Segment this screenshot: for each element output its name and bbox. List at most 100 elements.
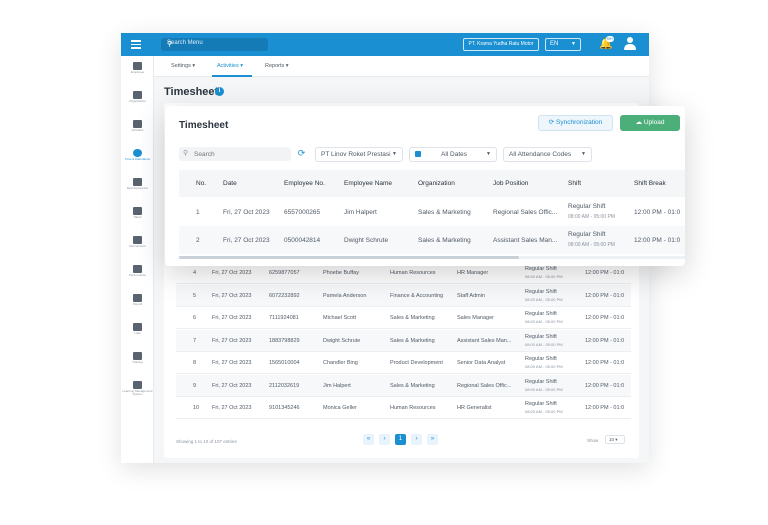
refresh-icon[interactable]: ⟳ xyxy=(296,148,307,159)
cell-shift-time: 08:00 AM - 05:00 PM xyxy=(525,296,563,302)
first-page-button[interactable]: « xyxy=(363,434,374,445)
cell-job-position: Regional Sales Offic... xyxy=(493,209,558,216)
people-icon xyxy=(133,120,142,128)
sidebar-item-recruitment[interactable]: Recruitment xyxy=(121,234,154,260)
upload-button[interactable]: ☁ Upload xyxy=(620,115,680,131)
cell-date: Fri, 27 Oct 2023 xyxy=(212,382,252,389)
sidebar: Employee Organization Activities Time & … xyxy=(121,56,154,463)
cell-organization: Product Development xyxy=(390,360,443,366)
cell-shift: Regular Shift xyxy=(525,266,557,272)
tab-reports[interactable]: Reports ▾ xyxy=(265,63,289,69)
cell-shift-break: 12:00 PM - 01:0 xyxy=(634,209,681,216)
notification-badge: 99+ xyxy=(606,36,614,42)
prev-page-button[interactable]: ‹ xyxy=(379,434,390,445)
last-page-button[interactable]: » xyxy=(427,434,438,445)
sidebar-item-label: Activities xyxy=(131,128,144,132)
horizontal-scrollbar[interactable] xyxy=(179,256,685,259)
upload-label: Upload xyxy=(643,119,665,126)
column-header-no: No. xyxy=(196,180,207,187)
calendar-icon xyxy=(415,151,421,157)
cell-shift: Regular Shift xyxy=(525,356,557,362)
sidebar-item-organization[interactable]: Organization xyxy=(121,89,154,115)
cell-date: Fri, 27 Oct 2023 xyxy=(212,270,252,276)
page-button-current[interactable]: 1 xyxy=(395,434,406,445)
table-row[interactable]: 10 Fri, 27 Oct 2023 9101345246 Monica Gelle… xyxy=(176,397,631,419)
cell-job-position: HR Manager xyxy=(457,270,489,276)
sidebar-item-payroll[interactable]: Payroll xyxy=(121,292,154,318)
sidebar-item-talent[interactable]: Talent xyxy=(121,205,154,231)
cell-employee-no: 7111924081 xyxy=(269,315,299,321)
sidebar-item-activities[interactable]: Activities xyxy=(121,118,154,144)
attendance-code-filter-select[interactable]: All Attendance Codes ▼ xyxy=(503,147,592,162)
user-icon[interactable] xyxy=(624,37,636,51)
cell-shift-break: 12:00 PM - 01:0 xyxy=(634,237,681,244)
tab-activities[interactable]: Activities ▾ xyxy=(217,63,243,69)
cell-no: 1 xyxy=(196,209,200,216)
sidebar-item-reimbursement[interactable]: Reimbursement xyxy=(121,176,154,202)
table-row[interactable]: 5 Fri, 27 Oct 2023 6072232892 Pamela Anders… xyxy=(176,284,631,307)
clock-icon xyxy=(133,149,142,157)
sidebar-item-label: Learning Management System xyxy=(122,389,153,396)
cell-date: Fri, 27 Oct 2023 xyxy=(212,405,252,411)
table-row[interactable]: 1 Fri, 27 Oct 2023 6557000265 Jim Halpert Sa… xyxy=(179,198,685,226)
cell-no: 2 xyxy=(196,237,200,244)
cell-no: 8 xyxy=(193,360,197,366)
sidebar-item-lms[interactable]: Learning Management System xyxy=(121,379,154,405)
organization-icon xyxy=(133,91,142,99)
sidebar-item-performance[interactable]: Performance xyxy=(121,263,154,289)
cell-date: Fri, 27 Oct 2023 xyxy=(212,292,252,299)
top-bar: Search Menu ⚲ PT. Krama Yudha Ratu Motor… xyxy=(121,33,649,56)
table-row[interactable]: 8 Fri, 27 Oct 2023 1565010004 Chandler Bing… xyxy=(176,352,631,374)
column-header-date: Date xyxy=(223,180,237,187)
synchronization-button[interactable]: ⟳ Synchronization xyxy=(538,115,613,131)
table-row[interactable]: 2 Fri, 27 Oct 2023 0500042814 Dwight Schrut… xyxy=(179,226,685,254)
graduation-cap-icon xyxy=(133,381,142,389)
cell-employee-no: 6259877057 xyxy=(269,270,300,276)
table-row[interactable]: 9 Fri, 27 Oct 2023 2112032619 Jim Halpert Sa… xyxy=(176,374,631,397)
language-selector[interactable]: EN ▼ xyxy=(545,38,581,51)
next-page-button[interactable]: › xyxy=(411,434,422,445)
sidebar-item-loan[interactable]: Loan xyxy=(121,321,154,347)
cell-shift-time: 08:00 AM - 05:00 PM xyxy=(525,409,563,414)
chevron-down-icon: ▼ xyxy=(392,151,397,157)
sidebar-item-time-attendance[interactable]: Time & Attendance xyxy=(121,147,154,173)
cell-employee-name: Phoebe Buffay xyxy=(323,270,359,276)
column-header-organization: Organization xyxy=(418,180,455,187)
sidebar-item-label: Loan xyxy=(134,331,141,335)
tab-label: Activities xyxy=(217,63,239,69)
cell-date: Fri, 27 Oct 2023 xyxy=(212,337,252,344)
cell-shift: Regular Shift xyxy=(525,378,557,385)
bar-chart-icon xyxy=(133,265,142,273)
company-filter-select[interactable]: PT Linov Roket Prestasi ▼ xyxy=(315,147,403,162)
cell-shift: Regular Shift xyxy=(525,311,557,317)
tab-settings[interactable]: Settings ▾ xyxy=(171,63,195,69)
column-header-employee-no: Employee No. xyxy=(284,180,325,187)
cell-shift-break: 12:00 PM - 01:0 xyxy=(585,292,625,299)
table-row[interactable]: 6 Fri, 27 Oct 2023 7111924081 Michael Scott… xyxy=(176,307,631,329)
sidebar-item-employee[interactable]: Employee xyxy=(121,60,154,86)
company-selector[interactable]: PT. Krama Yudha Ratu Motor xyxy=(463,38,539,51)
language-value: EN xyxy=(550,41,559,47)
show-label: Show xyxy=(587,438,599,443)
date-filter-value: All Dates xyxy=(441,151,468,158)
cell-job-position: Regional Sales Offic... xyxy=(457,382,512,389)
search-input[interactable] xyxy=(194,149,284,159)
cell-employee-no: 0500042814 xyxy=(284,237,321,244)
table-row[interactable]: 7 Fri, 27 Oct 2023 1883798829 Dwight Schrut… xyxy=(176,329,631,352)
sidebar-item-label: Talent xyxy=(133,215,142,219)
hamburger-menu-icon[interactable] xyxy=(131,40,141,49)
date-filter-select[interactable]: All Dates ▼ xyxy=(409,147,497,162)
scrollbar-thumb[interactable] xyxy=(179,256,519,259)
sidebar-item-label: Time & Attendance xyxy=(124,157,151,161)
cloud-upload-icon: ☁ xyxy=(635,119,643,126)
cell-date: Fri, 27 Oct 2023 xyxy=(223,209,270,216)
sidebar-item-label: Payroll xyxy=(132,302,143,306)
search-menu-input[interactable]: Search Menu ⚲ xyxy=(161,38,268,51)
cell-organization: Sales & Marketing xyxy=(418,237,471,244)
cell-shift: Regular Shift xyxy=(525,288,557,295)
page-size-select[interactable]: 10 ▾ xyxy=(605,435,625,444)
info-icon[interactable]: i xyxy=(215,87,224,96)
sidebar-item-training[interactable]: Training xyxy=(121,350,154,376)
page-size-value: 10 xyxy=(609,437,615,442)
cell-employee-no: 6072232892 xyxy=(269,292,300,299)
